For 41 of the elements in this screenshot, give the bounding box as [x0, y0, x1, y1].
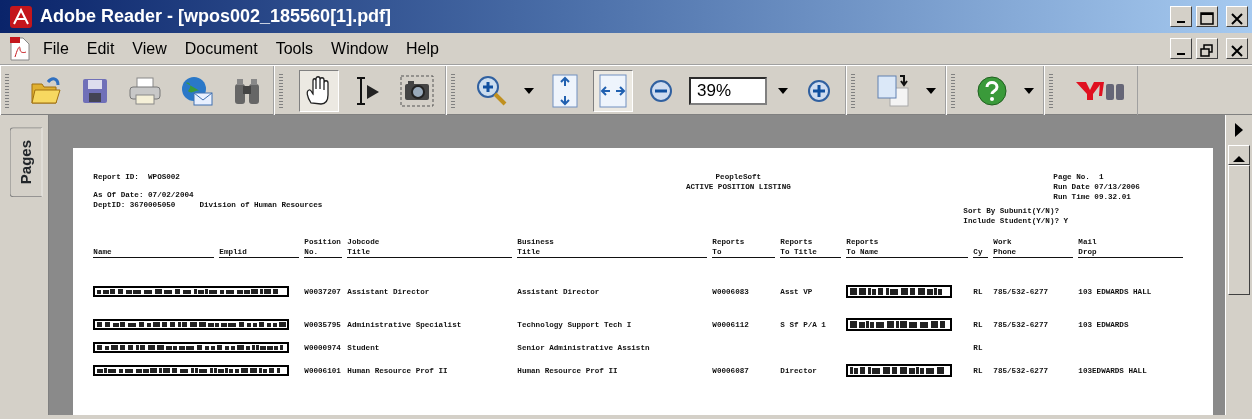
magnifier-plus-icon	[476, 74, 508, 107]
camera-icon	[400, 74, 434, 107]
zoom-field[interactable]: 39%	[689, 76, 767, 105]
caret-icon	[778, 87, 788, 94]
restore-button[interactable]	[1196, 38, 1218, 59]
close-button[interactable]	[1226, 38, 1248, 59]
menu-item[interactable]: View	[123, 36, 176, 61]
toolbar-button[interactable]	[299, 69, 339, 112]
maximize-button[interactable]	[1196, 6, 1218, 27]
minimize-icon	[1177, 53, 1185, 55]
close-button[interactable]	[1226, 6, 1248, 27]
fit-width-icon	[599, 73, 627, 108]
up-arrow-icon	[1233, 155, 1246, 162]
help-icon	[976, 74, 1008, 107]
pages-tab[interactable]: Pages	[10, 127, 43, 198]
menu-item[interactable]: Window	[322, 36, 397, 61]
caret-icon	[524, 87, 534, 94]
document-icon	[10, 36, 30, 61]
menu-item[interactable]: Edit	[77, 36, 124, 61]
scroll-up-button[interactable]	[1228, 145, 1251, 165]
pages-arrow-icon	[876, 73, 910, 108]
zoom-in-icon	[807, 78, 831, 103]
caret-icon	[1024, 87, 1034, 94]
globe-envelope-icon	[180, 74, 214, 107]
printer-icon	[128, 75, 162, 106]
expand-arrow-icon[interactable]	[1234, 123, 1245, 137]
folder-icon	[30, 75, 62, 106]
app-logo-icon	[10, 5, 32, 28]
minimize-button[interactable]	[1170, 38, 1192, 59]
window-title: Adobe Reader - [wpos002_185560[1].pdf]	[40, 5, 392, 28]
zoom-out-icon	[649, 78, 673, 103]
scroll-thumb[interactable]	[1228, 165, 1251, 295]
fit-page-icon	[552, 73, 578, 108]
menu-item[interactable]: Document	[175, 36, 267, 61]
minimize-icon	[1177, 21, 1185, 23]
caret-icon	[926, 87, 936, 94]
menu-item[interactable]: Tools	[266, 36, 323, 61]
menu-item[interactable]: File	[34, 36, 78, 61]
minimize-button[interactable]	[1170, 6, 1192, 27]
toolbar-button[interactable]	[593, 69, 633, 112]
menu-item[interactable]: Help	[396, 36, 448, 61]
